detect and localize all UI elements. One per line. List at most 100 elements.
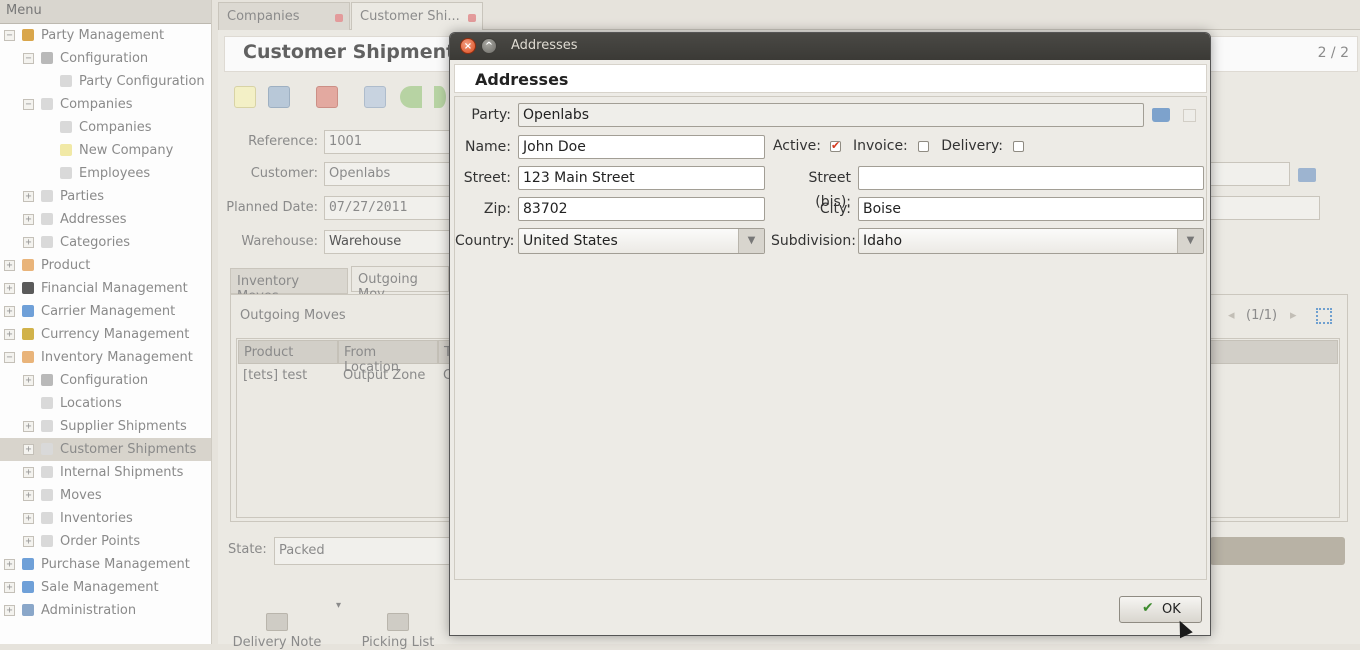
tab-companies[interactable]: Companies (218, 2, 350, 30)
previous-icon[interactable] (400, 86, 422, 108)
table-cell[interactable]: Output Zone (343, 368, 425, 383)
expand-icon[interactable]: + (4, 260, 15, 271)
open-folder-icon[interactable] (1298, 168, 1316, 182)
menu-item[interactable]: + Categories (0, 231, 211, 254)
expand-icon[interactable]: + (23, 513, 34, 524)
save-icon[interactable] (268, 86, 290, 108)
search-icon[interactable] (364, 86, 386, 108)
ok-button[interactable]: ✔ OK (1119, 596, 1202, 623)
menu-item[interactable]: − Inventory Management (0, 346, 211, 369)
expand-icon[interactable]: + (4, 582, 15, 593)
expand-icon[interactable]: + (23, 444, 34, 455)
menu-item[interactable]: − Configuration (0, 47, 211, 70)
collapse-icon[interactable]: − (23, 53, 34, 64)
column-header[interactable]: From Location (338, 340, 438, 375)
collapse-icon[interactable]: − (4, 30, 15, 41)
state-field: Packed (274, 537, 452, 565)
chevron-down-icon[interactable]: ▼ (1177, 229, 1203, 253)
collapse-icon[interactable]: − (23, 99, 34, 110)
warehouse-field[interactable]: Warehouse (324, 230, 452, 254)
expand-icon[interactable]: + (4, 605, 15, 616)
street-bis-field[interactable] (858, 166, 1204, 190)
menu-item[interactable]: Employees (0, 162, 211, 185)
party-field[interactable]: Openlabs (518, 103, 1144, 127)
delivery-checkbox[interactable] (1013, 141, 1024, 152)
menu-item[interactable]: + Parties (0, 185, 211, 208)
tab-close-icon[interactable] (468, 14, 476, 22)
menu-item[interactable]: + Purchase Management (0, 553, 211, 576)
menu-item[interactable]: + Customer Shipments (0, 438, 211, 461)
maximize-icon[interactable]: ^ (481, 38, 497, 54)
expand-icon[interactable]: + (23, 467, 34, 478)
subdivision-select[interactable]: Idaho ▼ (858, 228, 1204, 254)
menu-item-label: Supplier Shipments (60, 419, 187, 434)
menu-item[interactable]: + Moves (0, 484, 211, 507)
tab-close-icon[interactable] (335, 14, 343, 22)
customer-field[interactable]: Openlabs (324, 162, 452, 186)
delete-icon[interactable] (316, 86, 338, 108)
expand-icon[interactable]: + (23, 191, 34, 202)
menu-item[interactable]: − Party Management (0, 24, 211, 47)
menu-item[interactable]: + Administration (0, 599, 211, 622)
street-field[interactable]: 123 Main Street (518, 166, 765, 190)
menu-item[interactable]: + Internal Shipments (0, 461, 211, 484)
expand-icon[interactable]: + (4, 559, 15, 570)
next-page-icon[interactable]: ▸ (1290, 308, 1297, 323)
record-counter: 2 / 2 (1317, 45, 1349, 61)
menu-item[interactable]: Locations (0, 392, 211, 415)
customer-address-field[interactable] (1210, 162, 1290, 186)
delivery-address-field[interactable] (1210, 196, 1320, 220)
menu-item[interactable]: + Order Points (0, 530, 211, 553)
menu-item[interactable]: Party Configuration (0, 70, 211, 93)
zip-field[interactable]: 83702 (518, 197, 765, 221)
expand-icon[interactable]: + (4, 329, 15, 340)
expand-icon[interactable]: + (23, 490, 34, 501)
menu-item-icon (41, 535, 53, 547)
menu-item[interactable]: + Sale Management (0, 576, 211, 599)
menu-item[interactable]: Companies (0, 116, 211, 139)
name-field[interactable]: John Doe (518, 135, 765, 159)
menu-item[interactable]: + Currency Management (0, 323, 211, 346)
city-field[interactable]: Boise (858, 197, 1204, 221)
delivery-note-button[interactable]: Delivery Note (230, 613, 324, 650)
reference-field[interactable]: 1001 (324, 130, 452, 154)
menu-item[interactable]: + Product (0, 254, 211, 277)
menu-item[interactable]: + Carrier Management (0, 300, 211, 323)
expand-icon[interactable]: + (23, 375, 34, 386)
clear-icon[interactable] (1183, 109, 1196, 122)
expand-icon[interactable]: + (23, 536, 34, 547)
country-select[interactable]: United States ▼ (518, 228, 765, 254)
previous-page-icon[interactable]: ◂ (1228, 308, 1235, 323)
menu-item[interactable]: − Companies (0, 93, 211, 116)
menu-item[interactable]: + Configuration (0, 369, 211, 392)
invoice-checkbox[interactable] (918, 141, 929, 152)
menu-item-icon (41, 98, 53, 110)
tab-inventory-moves[interactable]: Inventory Moves (230, 268, 348, 304)
tab-customer-shipments[interactable]: Customer Shi... (351, 2, 483, 30)
dialog-titlebar[interactable]: × ^ Addresses (450, 33, 1210, 60)
column-header[interactable]: Product (238, 340, 338, 364)
table-cell[interactable]: [tets] test (243, 368, 307, 383)
tab-outgoing-moves[interactable]: Outgoing Mov (351, 266, 449, 302)
collapse-icon[interactable]: − (4, 352, 15, 363)
menu-item[interactable]: + Financial Management (0, 277, 211, 300)
menu-item[interactable]: New Company (0, 139, 211, 162)
chevron-down-icon[interactable]: ▼ (738, 229, 764, 253)
expand-icon[interactable]: + (23, 421, 34, 432)
planned-date-field[interactable]: 07/27/2011 (324, 196, 452, 220)
expand-icon[interactable]: + (4, 283, 15, 294)
active-checkbox[interactable] (830, 139, 841, 152)
new-record-icon[interactable] (234, 86, 256, 108)
fullscreen-icon[interactable] (1316, 308, 1332, 324)
menu-item[interactable]: + Addresses (0, 208, 211, 231)
dropdown-arrow-icon[interactable]: ▾ (336, 600, 341, 611)
menu-item[interactable]: + Supplier Shipments (0, 415, 211, 438)
next-icon[interactable] (434, 86, 446, 108)
expand-icon[interactable]: + (23, 237, 34, 248)
open-folder-icon[interactable] (1152, 108, 1170, 122)
menu-item[interactable]: + Inventories (0, 507, 211, 530)
picking-list-button[interactable]: Picking List (354, 613, 442, 650)
close-icon[interactable]: × (460, 38, 476, 54)
expand-icon[interactable]: + (23, 214, 34, 225)
expand-icon[interactable]: + (4, 306, 15, 317)
